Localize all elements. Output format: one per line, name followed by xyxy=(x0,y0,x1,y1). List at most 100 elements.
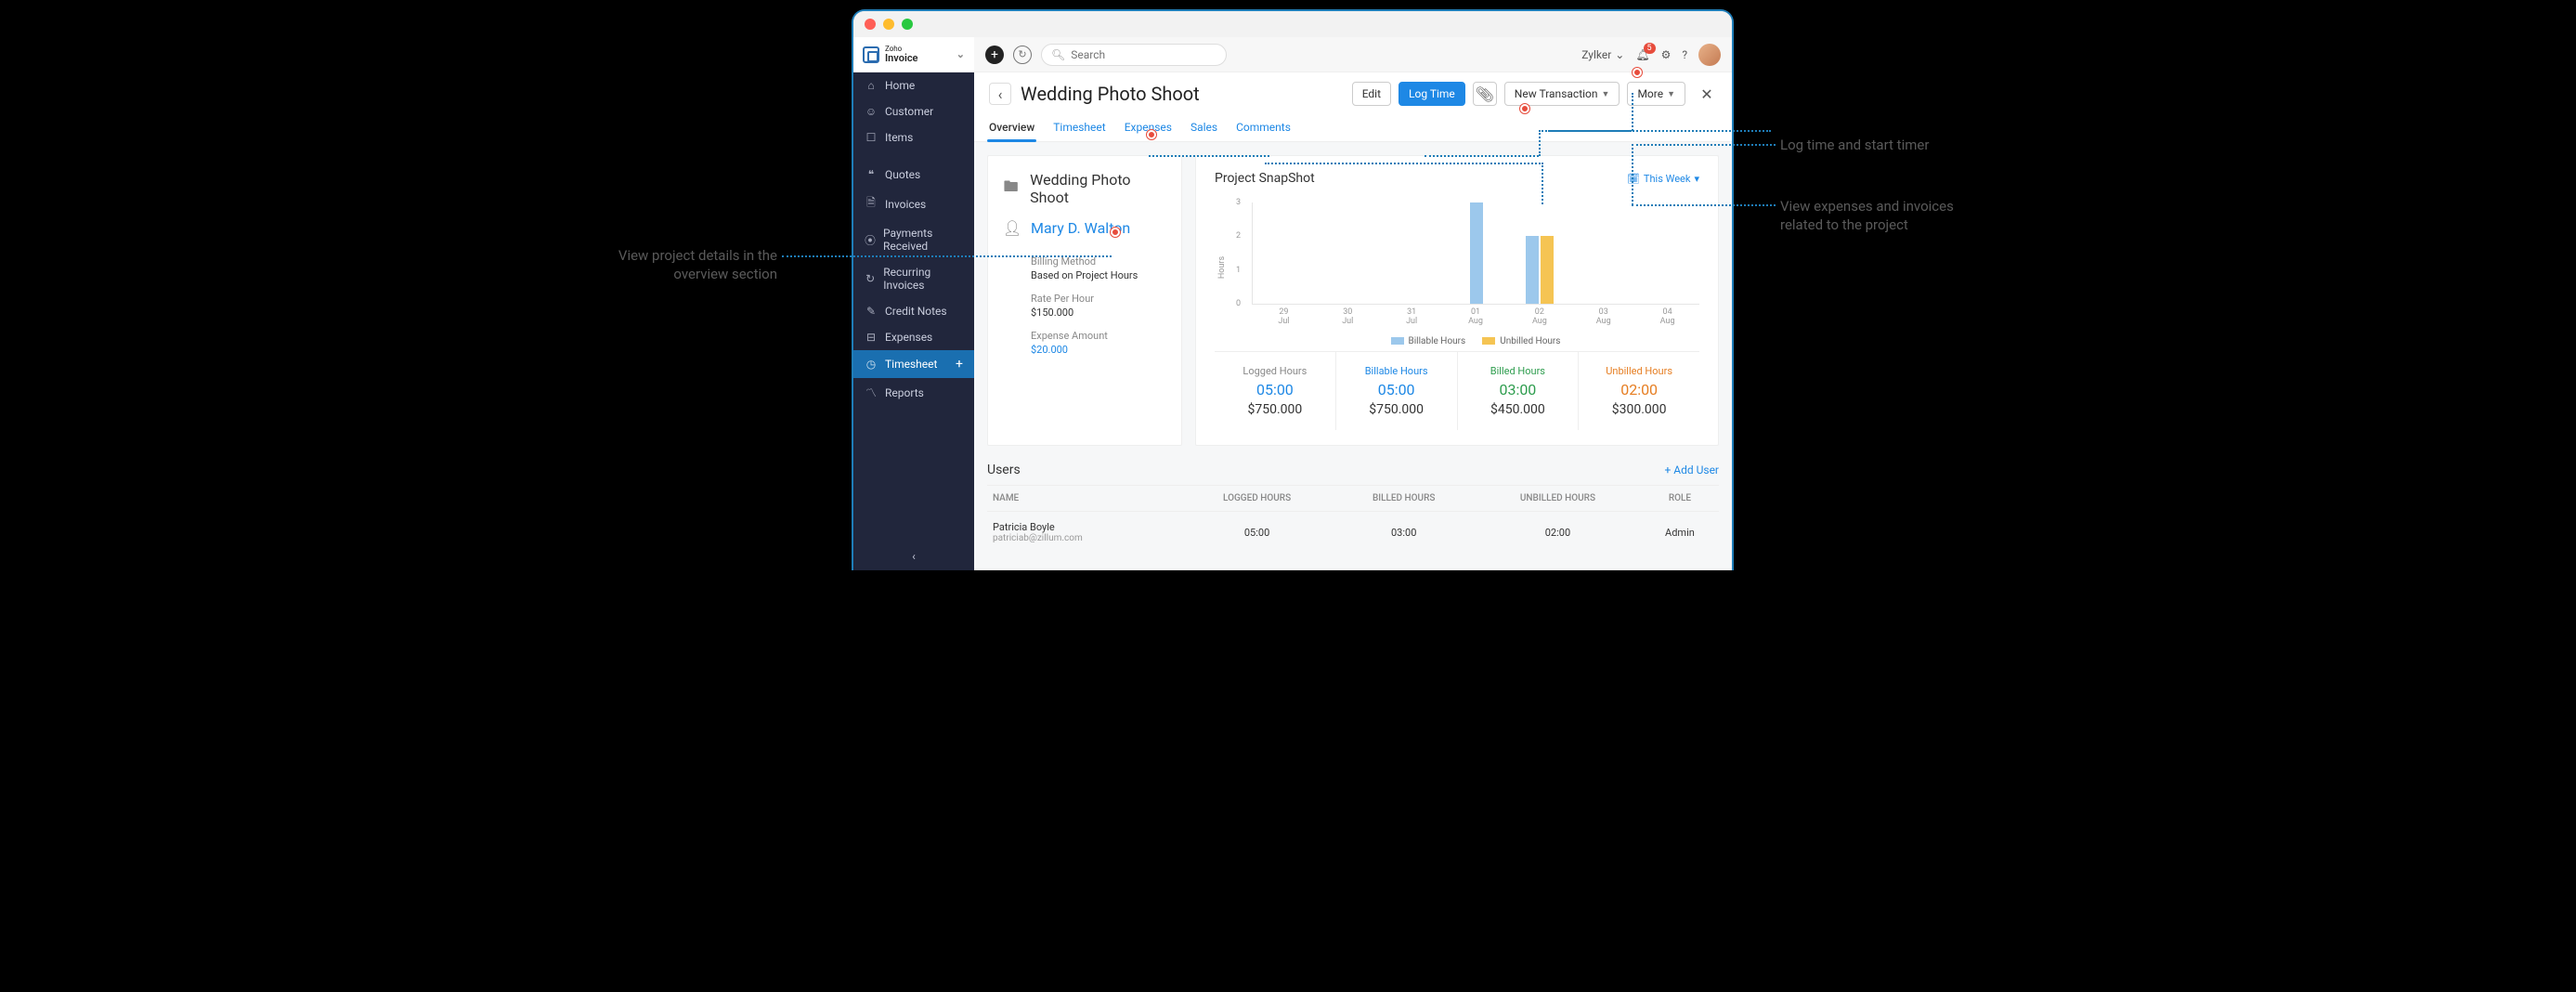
recent-button[interactable]: ↻ xyxy=(1013,46,1032,64)
stat-label: Unbilled Hours xyxy=(1582,365,1696,377)
range-label: This Week xyxy=(1644,173,1691,185)
tab-timesheet[interactable]: Timesheet xyxy=(1053,115,1105,141)
sidebar-item-recurring[interactable]: ↻ Recurring Invoices xyxy=(853,259,974,298)
caret-down-icon: ▼ xyxy=(1602,89,1610,99)
window-max-dot[interactable] xyxy=(902,19,913,30)
attach-button[interactable]: 📎︎ xyxy=(1473,82,1497,106)
close-button[interactable]: ✕ xyxy=(1697,84,1717,104)
new-txn-label: New Transaction xyxy=(1515,87,1598,100)
page-header: ‹ Wedding Photo Shoot Edit Log Time 📎︎ N… xyxy=(974,72,1732,115)
ytick: 1 xyxy=(1236,266,1241,275)
sidebar-item-items[interactable]: ☐ Items xyxy=(853,124,974,150)
main-area: + ↻ 🔍︎ Zylker ⌄ xyxy=(974,37,1732,570)
credit-icon: ✎ xyxy=(865,305,878,318)
sidebar-item-label: Items xyxy=(885,131,913,144)
marker-dot xyxy=(1111,228,1120,237)
person-icon: 👤︎ xyxy=(1003,219,1020,237)
ytick: 2 xyxy=(1236,231,1241,241)
window-titlebar xyxy=(853,11,1732,37)
app-window: Zoho Invoice ⌄ ⌂ Home ☺ Customer ☐ Items xyxy=(852,9,1734,570)
stats-row: Logged Hours05:00$750.000Billable Hours0… xyxy=(1215,351,1699,430)
page-title: Wedding Photo Shoot xyxy=(1021,83,1200,105)
tab-overview[interactable]: Overview xyxy=(989,115,1034,141)
snapshot-card: Project SnapShot 🗓︎ This Week ▾ Hours 01… xyxy=(1195,155,1719,446)
avatar[interactable] xyxy=(1698,44,1721,66)
chart-bar xyxy=(1541,236,1554,304)
chevron-left-icon: ‹ xyxy=(998,85,1003,103)
hours-chart: Hours 0123 29Jul30Jul31Jul01Aug02Aug03Au… xyxy=(1215,202,1699,333)
user-billed: 03:00 xyxy=(1333,512,1475,554)
notifications-button[interactable]: 🔔︎ 5 xyxy=(1635,48,1649,61)
help-button[interactable]: ? xyxy=(1682,48,1687,61)
marker-dot xyxy=(1633,68,1642,77)
user-name: Patricia Boylepatriciab@zillum.com xyxy=(987,512,1181,554)
chevron-left-icon: ‹ xyxy=(912,550,916,563)
stat-unbilled: Unbilled Hours02:00$300.000 xyxy=(1579,352,1699,430)
back-button[interactable]: ‹ xyxy=(989,83,1011,105)
window-min-dot[interactable] xyxy=(883,19,894,30)
search-input[interactable] xyxy=(1071,48,1216,61)
xtick: 03Aug xyxy=(1571,308,1635,327)
brand-chevron-icon: ⌄ xyxy=(956,48,965,60)
sidebar-item-credit[interactable]: ✎ Credit Notes xyxy=(853,298,974,324)
sidebar-item-expenses[interactable]: ⊟ Expenses xyxy=(853,324,974,350)
search-icon: 🔍︎ xyxy=(1051,48,1065,61)
quote-icon: ❝ xyxy=(865,168,878,181)
notif-badge: 5 xyxy=(1644,43,1656,54)
xtick: 31Jul xyxy=(1380,308,1444,327)
stat-label: Billed Hours xyxy=(1462,365,1575,377)
brand[interactable]: Zoho Invoice ⌄ xyxy=(853,37,974,72)
stat-amount: $750.000 xyxy=(1340,402,1453,417)
users-section: Users + Add User NAME LOGGED HOURS BILLE… xyxy=(987,463,1719,553)
range-selector[interactable]: 🗓︎ This Week ▾ xyxy=(1627,173,1699,185)
chart-bar xyxy=(1526,236,1539,304)
expense-value[interactable]: $20.000 xyxy=(1031,344,1166,356)
legend-swatch-billable xyxy=(1391,337,1404,345)
sidebar-item-label: Quotes xyxy=(885,168,920,181)
more-label: More xyxy=(1637,87,1663,100)
ytick: 3 xyxy=(1236,198,1241,207)
quick-add-button[interactable]: + xyxy=(985,46,1004,64)
sidebar-item-reports[interactable]: 〽 Reports xyxy=(853,378,974,407)
xtick: 04Aug xyxy=(1635,308,1699,327)
more-button[interactable]: More ▼ xyxy=(1627,82,1685,106)
org-name: Zylker xyxy=(1581,48,1611,61)
xtick: 29Jul xyxy=(1252,308,1316,327)
log-time-button[interactable]: Log Time xyxy=(1399,82,1465,106)
org-switcher[interactable]: Zylker ⌄ xyxy=(1581,48,1624,61)
table-row[interactable]: Patricia Boylepatriciab@zillum.com05:000… xyxy=(987,512,1719,554)
home-icon: ⌂ xyxy=(865,79,878,92)
search-box[interactable]: 🔍︎ xyxy=(1041,44,1227,66)
sidebar-item-timesheet[interactable]: ◷ Timesheet + xyxy=(853,350,974,378)
xtick: 01Aug xyxy=(1444,308,1508,327)
sidebar-item-invoices[interactable]: 🗎 Invoices xyxy=(853,188,974,220)
settings-button[interactable]: ⚙ xyxy=(1661,48,1672,61)
close-icon: ✕ xyxy=(1700,85,1712,103)
topbar: + ↻ 🔍︎ Zylker ⌄ xyxy=(974,37,1732,72)
add-user-button[interactable]: + Add User xyxy=(1664,463,1719,476)
sidebar-item-quotes[interactable]: ❝ Quotes xyxy=(853,162,974,188)
user-role: Admin xyxy=(1641,512,1719,554)
expense-label: Expense Amount xyxy=(1031,330,1166,342)
tab-comments[interactable]: Comments xyxy=(1236,115,1291,141)
col-name: NAME xyxy=(987,486,1181,512)
content: 🖿 Wedding Photo Shoot 👤︎ Mary D. Walton … xyxy=(974,142,1732,570)
new-transaction-button[interactable]: New Transaction ▼ xyxy=(1504,82,1620,106)
brand-icon xyxy=(863,46,879,63)
sidebar-item-home[interactable]: ⌂ Home xyxy=(853,72,974,98)
tabs: Overview Timesheet Expenses Sales Commen… xyxy=(974,115,1732,142)
stat-hours: 05:00 xyxy=(1218,381,1332,398)
annotation-overview: View project details in the overview sec… xyxy=(573,246,777,284)
col-logged: LOGGED HOURS xyxy=(1181,486,1334,512)
sidebar-item-customer[interactable]: ☺ Customer xyxy=(853,98,974,124)
stat-amount: $300.000 xyxy=(1582,402,1696,417)
sidebar-item-payments[interactable]: ⦿ Payments Received xyxy=(853,220,974,259)
sidebar-item-label: Timesheet xyxy=(885,358,937,371)
edit-button[interactable]: Edit xyxy=(1352,82,1391,106)
user-unbilled: 02:00 xyxy=(1475,512,1641,554)
window-close-dot[interactable] xyxy=(865,19,876,30)
tab-sales[interactable]: Sales xyxy=(1190,115,1217,141)
sidebar-collapse[interactable]: ‹ xyxy=(853,541,974,570)
plus-icon: + xyxy=(991,47,998,62)
add-timesheet-icon[interactable]: + xyxy=(956,357,963,372)
